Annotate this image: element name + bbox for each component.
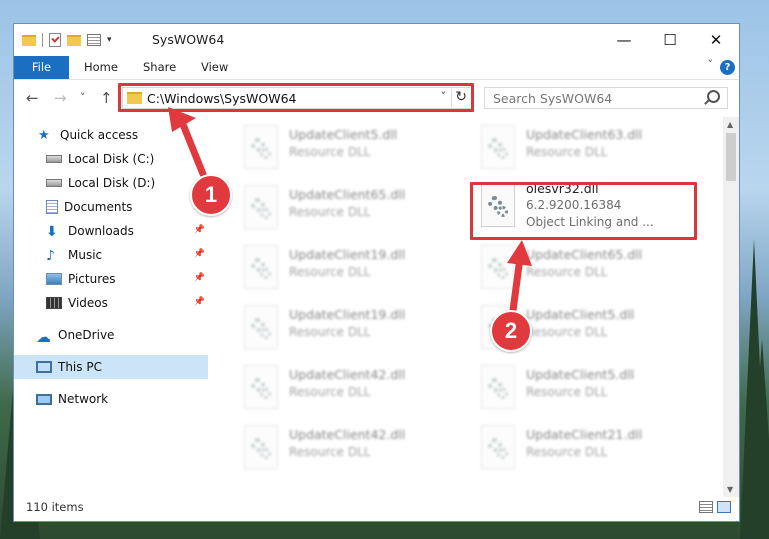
callout-badge-2: 2 [490,310,532,352]
arrow-to-address [168,107,207,178]
annotation-arrows [168,107,532,322]
callout-badge-1: 1 [190,174,232,216]
arrow-to-file [507,240,532,322]
